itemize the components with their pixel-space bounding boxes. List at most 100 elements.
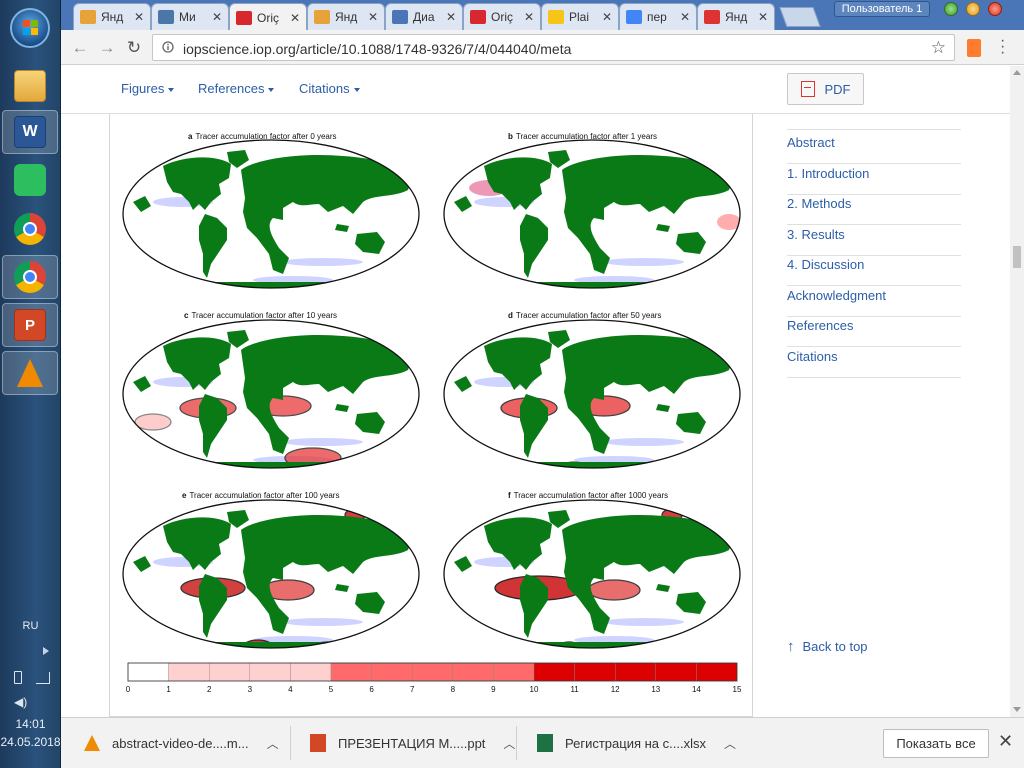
colorbar-segment xyxy=(168,662,210,682)
toc-link[interactable]: Citations xyxy=(787,347,961,378)
toc-link[interactable]: 2. Methods xyxy=(787,194,961,225)
maximize-button[interactable] xyxy=(966,2,980,16)
chrome-user-icon xyxy=(14,261,46,293)
menu-dots-icon[interactable]: · · · xyxy=(1000,33,1005,61)
show-all-downloads-button[interactable]: Показать все xyxy=(883,729,989,758)
extension-icon[interactable] xyxy=(967,39,981,57)
page-scrollbar[interactable] xyxy=(1010,66,1024,717)
toc-link[interactable]: References xyxy=(787,316,961,347)
download-item[interactable]: ПРЕЗЕНТАЦИЯ М.....ppt ︿ xyxy=(310,728,515,758)
taskbar-chrome[interactable] xyxy=(2,207,58,251)
browser-tab[interactable]: Oriç ✕ xyxy=(229,3,307,31)
start-button[interactable] xyxy=(10,8,50,48)
panel-title: d Tracer accumulation factor after 50 yea… xyxy=(508,311,661,320)
panel-title: c Tracer accumulation factor after 10 yea… xyxy=(184,311,337,320)
colorbar-segment xyxy=(127,662,169,682)
scroll-up-icon[interactable] xyxy=(1013,70,1021,75)
panel-letter: d xyxy=(508,311,513,320)
taskbar-explorer[interactable] xyxy=(2,64,58,108)
toc-link[interactable]: 4. Discussion xyxy=(787,255,961,286)
map-panel-f xyxy=(443,499,741,649)
tracer-patch xyxy=(283,438,363,446)
close-tab-icon[interactable]: ✕ xyxy=(680,10,692,24)
figures-menu[interactable]: Figures xyxy=(121,81,175,96)
close-tab-icon[interactable]: ✕ xyxy=(758,10,770,24)
figure-frame[interactable]: a Tracer accumulation factor after 0 year… xyxy=(109,114,753,717)
taskbar-vlc[interactable] xyxy=(2,351,58,395)
download-item[interactable]: abstract-video-de....m... ︿ xyxy=(84,728,279,758)
chevron-up-icon[interactable]: ︿ xyxy=(267,735,279,752)
colorbar-tick-label: 6 xyxy=(369,685,374,694)
powerpoint-icon: P xyxy=(14,309,46,341)
back-to-top-link[interactable]: ↑ Back to top xyxy=(787,638,868,655)
taskbar-chrome-user[interactable] xyxy=(2,255,58,299)
browser-tab[interactable]: Ми ✕ xyxy=(151,3,229,30)
tray-expand-icon[interactable] xyxy=(43,647,49,655)
reload-icon[interactable]: ↻ xyxy=(125,39,143,57)
close-downloads-icon[interactable]: ✕ xyxy=(998,731,1013,752)
pdf-icon xyxy=(800,81,815,97)
colorbar-tick-label: 12 xyxy=(610,685,620,694)
citations-menu[interactable]: Citations xyxy=(299,81,360,96)
new-tab-button[interactable] xyxy=(779,7,821,27)
browser-tab[interactable]: Plai ✕ xyxy=(541,3,619,30)
browser-tab[interactable]: Янд ✕ xyxy=(73,3,151,30)
toc-link[interactable]: 1. Introduction xyxy=(787,164,961,195)
browser-tab[interactable]: Oriç ✕ xyxy=(463,3,541,30)
close-tab-icon[interactable]: ✕ xyxy=(290,11,302,25)
toc-link[interactable]: Acknowledgment xyxy=(787,286,961,317)
tab-label: Диа xyxy=(413,10,435,24)
tab-label: Plai xyxy=(569,10,590,24)
close-window-button[interactable] xyxy=(988,2,1002,16)
language-indicator[interactable]: RU xyxy=(0,620,61,632)
download-item[interactable]: Регистрация на с....xlsx ︿ xyxy=(537,728,736,758)
browser-tab[interactable]: Янд ✕ xyxy=(307,3,385,30)
close-tab-icon[interactable]: ✕ xyxy=(212,10,224,24)
clock-date[interactable]: 24.05.2018 xyxy=(0,735,61,749)
toc-link[interactable]: Abstract xyxy=(787,133,961,164)
chevron-up-icon[interactable]: ︿ xyxy=(503,735,515,752)
xlsx-icon xyxy=(537,734,553,752)
close-tab-icon[interactable]: ✕ xyxy=(602,10,614,24)
close-tab-icon[interactable]: ✕ xyxy=(134,10,146,24)
scrollbar-thumb[interactable] xyxy=(1013,246,1021,268)
address-bar[interactable]: iopscience.iop.org/article/10.1088/1748-… xyxy=(152,34,955,61)
page-info-icon[interactable] xyxy=(162,41,174,55)
taskbar-evernote[interactable] xyxy=(2,158,58,202)
network-icon[interactable] xyxy=(36,672,50,684)
toc-link[interactable]: 3. Results xyxy=(787,225,961,256)
colorbar-segment xyxy=(290,662,332,682)
colorbar-segment xyxy=(615,662,657,682)
tab-label: пер xyxy=(647,10,667,24)
battery-icon[interactable] xyxy=(14,671,22,684)
tab-label: Янд xyxy=(101,10,124,24)
colorbar-tick-label: 13 xyxy=(651,685,661,694)
close-tab-icon[interactable]: ✕ xyxy=(368,10,380,24)
panel-title: b Tracer accumulation factor after 1 year… xyxy=(508,132,657,141)
download-separator xyxy=(290,726,291,760)
bookmark-star-icon[interactable]: ☆ xyxy=(931,38,946,58)
close-tab-icon[interactable]: ✕ xyxy=(446,10,458,24)
browser-tab[interactable]: Янд ✕ xyxy=(697,3,775,30)
close-tab-icon[interactable]: ✕ xyxy=(524,10,536,24)
taskbar-powerpoint[interactable]: P xyxy=(2,303,58,347)
user-profile-badge[interactable]: Пользователь 1 xyxy=(834,1,930,17)
references-menu[interactable]: References xyxy=(198,81,275,96)
minimize-button[interactable] xyxy=(944,2,958,16)
back-arrow-icon[interactable]: ← xyxy=(71,39,89,57)
tracer-patch xyxy=(604,258,684,266)
forward-arrow-icon[interactable]: → xyxy=(98,39,116,57)
clock-time[interactable]: 14:01 xyxy=(0,717,61,731)
panel-letter: b xyxy=(508,132,513,141)
chevron-up-icon[interactable]: ︿ xyxy=(724,735,736,752)
ppt-icon xyxy=(310,734,326,752)
browser-tab[interactable]: пер ✕ xyxy=(619,3,697,30)
taskbar-word[interactable]: W xyxy=(2,110,58,154)
scroll-down-icon[interactable] xyxy=(1013,707,1021,712)
volume-icon[interactable]: ◀) xyxy=(14,695,27,709)
colorbar-tick-label: 11 xyxy=(570,685,579,694)
map-panel-b xyxy=(443,139,741,289)
pdf-button[interactable]: PDF xyxy=(787,73,864,105)
browser-tab[interactable]: Диа ✕ xyxy=(385,3,463,30)
panel-letter: f xyxy=(508,491,511,500)
